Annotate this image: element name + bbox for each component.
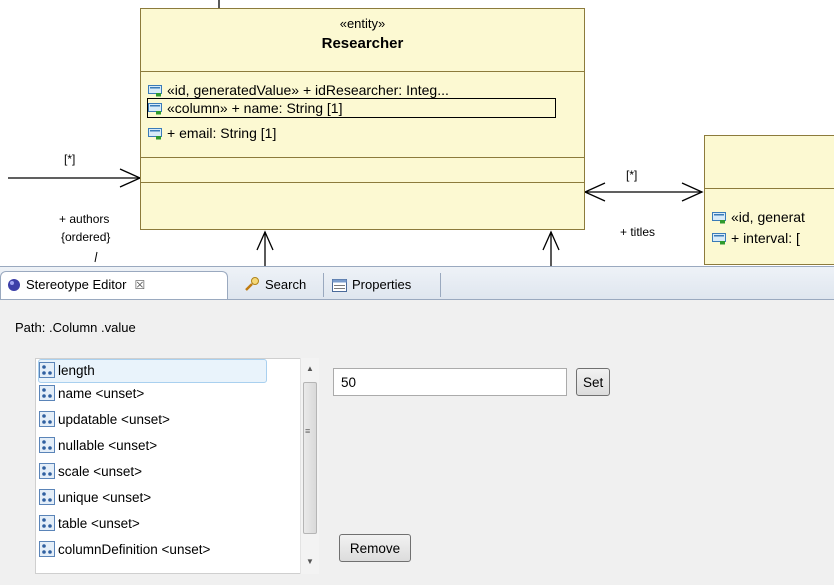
- list-item-label: length: [58, 363, 95, 378]
- class-compartment-divider: [141, 182, 584, 183]
- attribute-id-related[interactable]: «id, generat: [712, 208, 805, 226]
- stereotype-property-list[interactable]: length name <unset> updatable <unset> nu…: [35, 358, 319, 574]
- list-item-length[interactable]: length: [38, 359, 267, 383]
- class-compartment-divider: [141, 71, 584, 72]
- list-item-scale[interactable]: scale <unset>: [39, 461, 142, 485]
- scroll-up-arrow-icon[interactable]: ▲: [301, 361, 319, 377]
- property-icon: [39, 463, 55, 479]
- property-icon: [39, 385, 55, 401]
- property-icon: [39, 489, 55, 505]
- list-item-label: columnDefinition <unset>: [58, 542, 211, 557]
- list-item-label: name <unset>: [58, 386, 145, 401]
- class-stereotype: «entity»: [339, 16, 386, 31]
- multiplicity-label: [*]: [64, 152, 76, 166]
- attribute-label: + interval: [: [731, 230, 800, 246]
- list-item-label: table <unset>: [58, 516, 140, 531]
- attribute-icon: [712, 233, 726, 245]
- list-scrollbar[interactable]: ▲ ≡ ▼: [300, 358, 319, 574]
- researcher-class[interactable]: «entity» Researcher: [140, 8, 585, 230]
- close-icon[interactable]: ☒: [134, 278, 145, 292]
- scrollbar-grip-icon: ≡: [305, 426, 311, 436]
- list-item-unique[interactable]: unique <unset>: [39, 487, 151, 511]
- property-icon: [39, 437, 55, 453]
- tab-stereotype-editor[interactable]: Stereotype Editor ☒: [0, 271, 228, 299]
- tab-divider: [323, 273, 324, 297]
- list-item-updatable[interactable]: updatable <unset>: [39, 409, 170, 433]
- property-icon: [39, 541, 55, 557]
- class-compartment-divider: [705, 188, 834, 189]
- property-icon: [39, 362, 55, 378]
- list-item-name[interactable]: name <unset>: [39, 383, 144, 407]
- attribute-name-selected[interactable]: «column» + name: String [1]: [147, 98, 556, 118]
- attribute-label: «id, generatedValue» + idResearcher: Int…: [167, 82, 449, 98]
- class-name: Researcher: [321, 35, 404, 52]
- list-item-label: updatable <unset>: [58, 412, 170, 427]
- attribute-email[interactable]: + email: String [1]: [148, 124, 276, 142]
- list-item-label: nullable <unset>: [58, 438, 158, 453]
- list-item-nullable[interactable]: nullable <unset>: [39, 435, 157, 459]
- value-input[interactable]: [333, 368, 567, 396]
- tab-divider: [440, 273, 441, 297]
- property-icon: [39, 515, 55, 531]
- tab-properties[interactable]: Properties: [326, 272, 438, 298]
- tab-search[interactable]: Search: [238, 272, 324, 298]
- uml-diagram-canvas[interactable]: «entity» Researcher «id, generatedValue»…: [0, 0, 834, 292]
- list-item-table[interactable]: table <unset>: [39, 513, 140, 537]
- list-item-label: scale <unset>: [58, 464, 143, 479]
- multiplicity-label: [*]: [626, 168, 638, 182]
- path-label: Path: .Column .value: [15, 320, 136, 335]
- set-button[interactable]: Set: [576, 368, 610, 396]
- tab-label: Search: [265, 277, 307, 292]
- attribute-label: «id, generat: [731, 209, 805, 225]
- search-icon: [244, 275, 260, 301]
- role-label-authors: + authors: [59, 212, 110, 226]
- scrollbar-thumb[interactable]: [303, 382, 317, 534]
- property-icon: [39, 411, 55, 427]
- remove-button[interactable]: Remove: [339, 534, 411, 562]
- attribute-label: «column» + name: String [1]: [167, 100, 343, 116]
- view-tab-bar: Stereotype Editor ☒ Search Properties: [0, 267, 834, 300]
- constraint-label-ordered: {ordered}: [61, 230, 111, 244]
- attribute-label: + email: String [1]: [167, 125, 277, 141]
- attribute-icon: [148, 128, 162, 140]
- list-item-column-definition[interactable]: columnDefinition <unset>: [39, 539, 210, 563]
- role-label-titles: + titles: [620, 225, 656, 239]
- attribute-icon: [148, 103, 162, 115]
- stereotype-editor-icon: [7, 275, 21, 301]
- tab-label: Properties: [352, 277, 412, 292]
- properties-icon: [332, 275, 347, 301]
- class-compartment-divider: [141, 157, 584, 158]
- attribute-interval[interactable]: + interval: [: [712, 229, 800, 247]
- scroll-down-arrow-icon[interactable]: ▼: [301, 554, 319, 570]
- tab-label: Stereotype Editor: [26, 277, 127, 292]
- list-item-label: unique <unset>: [58, 490, 152, 505]
- attribute-id-researcher[interactable]: «id, generatedValue» + idResearcher: Int…: [148, 81, 449, 99]
- attribute-icon: [148, 85, 162, 97]
- attribute-icon: [712, 212, 726, 224]
